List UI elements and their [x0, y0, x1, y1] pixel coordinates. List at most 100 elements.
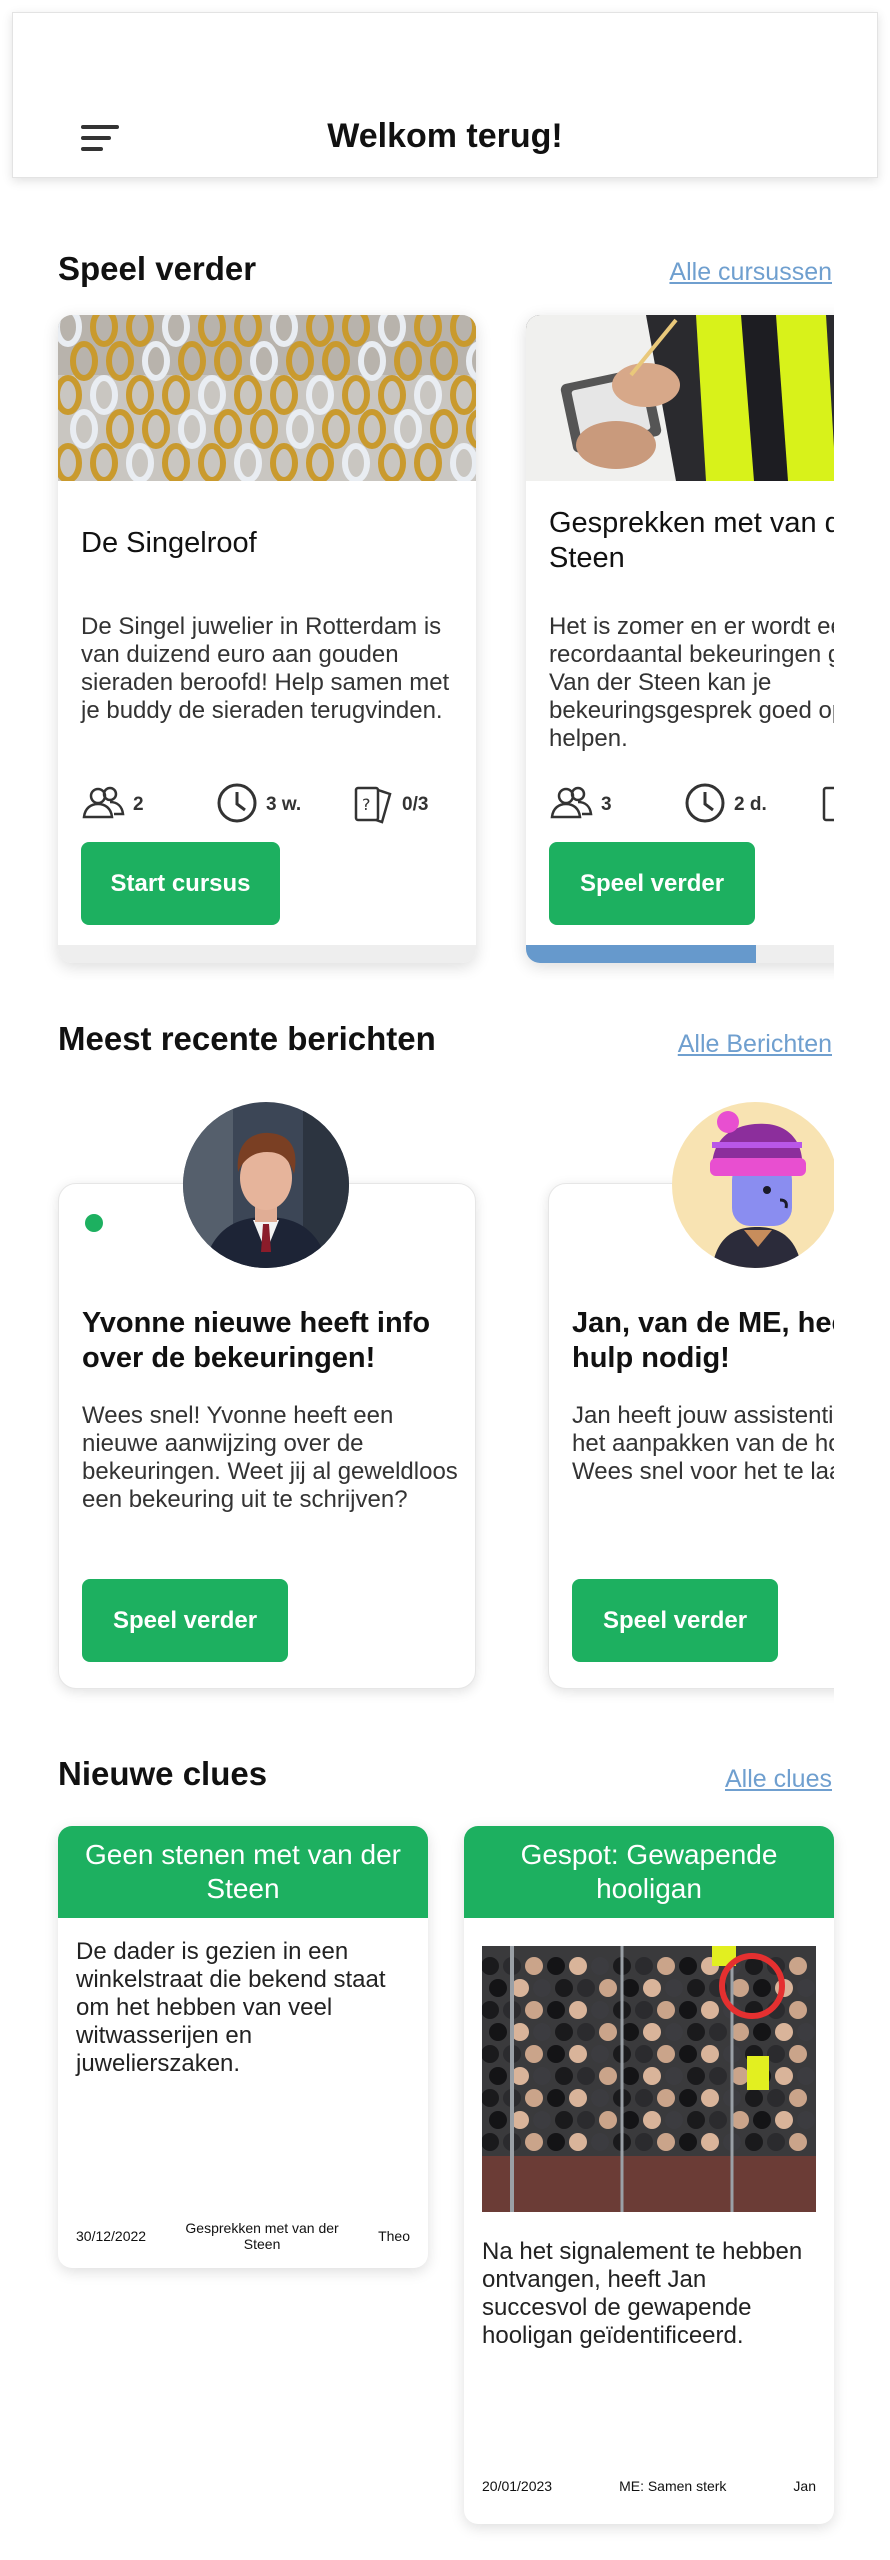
- crowd-shape: [679, 2089, 697, 2107]
- all-messages-link[interactable]: Alle Berichten: [678, 1030, 832, 1059]
- crowd-shape: [569, 2001, 587, 2019]
- crowd-shape: [687, 2111, 705, 2129]
- clue-image-stadium: [482, 1946, 816, 2212]
- message-continue-button[interactable]: Speel verder: [82, 1579, 288, 1662]
- message-text: Wees snel! Yvonne heeft een nieuwe aanwi…: [82, 1402, 458, 1513]
- all-clues-link[interactable]: Alle clues: [725, 1765, 832, 1794]
- crowd-shape: [657, 2001, 675, 2019]
- clue-card[interactable]: Gespot: Gewapende hooligan Na het signal…: [464, 1826, 834, 2524]
- crowd-shape: [569, 2089, 587, 2107]
- crowd-shape: [753, 2111, 771, 2129]
- crowd-shape: [665, 2023, 683, 2041]
- crowd-shape: [621, 1979, 639, 1997]
- clue-card[interactable]: Geen stenen met van der Steen De dader i…: [58, 1826, 428, 2268]
- crowd-shape: [789, 1957, 807, 1975]
- crowd-shape: [731, 2023, 749, 2041]
- group-icon: [81, 785, 125, 826]
- crowd-shape: [745, 2133, 763, 2151]
- crowd-shape: [643, 1979, 661, 1997]
- crowd-shape: [591, 2045, 609, 2063]
- course-title: De Singelroof: [81, 527, 257, 559]
- crowd-shape: [621, 2111, 639, 2129]
- crowd-shape: [621, 2067, 639, 2085]
- players-value: 2: [133, 794, 144, 815]
- duration: 2 d.: [684, 783, 767, 827]
- crowd-shape: [657, 2133, 675, 2151]
- continue-course-button[interactable]: Speel verder: [549, 842, 755, 925]
- crowd-shape: [643, 2111, 661, 2129]
- crowd-shape: [709, 2111, 727, 2129]
- crowd-shape: [577, 2067, 595, 2085]
- crowd-shape: [797, 1979, 815, 1997]
- clue-title: Geen stenen met van der Steen: [58, 1826, 428, 1918]
- crowd-shape: [789, 2089, 807, 2107]
- crowd-shape: [767, 2045, 785, 2063]
- crowd-shape: [797, 2023, 815, 2041]
- crowd-shape: [687, 2067, 705, 2085]
- crowd-shape: [547, 1957, 565, 1975]
- crowd-shape: [599, 2111, 617, 2129]
- crowd-shape: [789, 2045, 807, 2063]
- course-card[interactable]: De Singelroof De Singel juwelier in Rott…: [58, 315, 476, 963]
- crowd-shape: [665, 2111, 683, 2129]
- message-title: Yvonne nieuwe heeft info over de bekeuri…: [82, 1307, 431, 1374]
- clue-course: ME: Samen sterk: [619, 2478, 727, 2494]
- players-count: 2: [81, 783, 144, 827]
- crowd-shape: [489, 1979, 507, 1997]
- duration-value: 2 d.: [734, 794, 767, 815]
- crowd-shape: [635, 2001, 653, 2019]
- crowd-shape: [591, 2001, 609, 2019]
- crowd-shape: [533, 1979, 551, 1997]
- crowd-shape: [525, 2133, 543, 2151]
- cards-progress: [820, 783, 834, 827]
- crowd-shape: [569, 2133, 587, 2151]
- message-text: Jan heeft jouw assistentie nodig in het …: [572, 1402, 834, 1485]
- crowd-shape: [665, 2067, 683, 2085]
- crowd-shape: [489, 2067, 507, 2085]
- messages-section-title: Meest recente berichten: [58, 1020, 436, 1057]
- crowd-shape: [797, 2111, 815, 2129]
- clue-title: Gespot: Gewapende hooligan: [464, 1826, 834, 1918]
- crowd-shape: [767, 2089, 785, 2107]
- crowd-shape: [569, 1957, 587, 1975]
- cards-value: 0/3: [402, 794, 429, 815]
- clue-date: 20/01/2023: [482, 2478, 553, 2494]
- crowd-shape: [577, 2023, 595, 2041]
- avatar-yvonne: [183, 1102, 349, 1268]
- duration: 3 w.: [216, 783, 301, 827]
- course-description: Het is zomer en er wordt een recordaanta…: [549, 613, 834, 752]
- crowd-shape: [643, 2023, 661, 2041]
- clue-date: 30/12/2022: [76, 2228, 147, 2244]
- svg-text:?: ?: [362, 795, 371, 814]
- message-continue-button[interactable]: Speel verder: [572, 1579, 778, 1662]
- clue-footer: 30/12/2022 Gesprekken met van der Steen …: [76, 2220, 410, 2252]
- crowd-shape: [555, 2067, 573, 2085]
- crowd-shape: [591, 2089, 609, 2107]
- crowd-shape: [679, 2045, 697, 2063]
- crowd-shape: [621, 2023, 639, 2041]
- crowd-shape: [709, 2023, 727, 2041]
- message-title: Jan, van de ME, heeft jouw hulp nodig!: [572, 1307, 834, 1374]
- course-progress-fill: [526, 945, 756, 963]
- course-card[interactable]: Gesprekken met van der Steen Het is zome…: [526, 315, 834, 963]
- crowd-shape: [775, 2111, 793, 2129]
- crowd-shape: [753, 1979, 771, 1997]
- clue-author: Jan: [793, 2478, 816, 2494]
- course-progress-bar: [58, 945, 476, 963]
- crowd-shape: [745, 2089, 763, 2107]
- crowd-shape: [591, 1957, 609, 1975]
- crowd-shape: [643, 2067, 661, 2085]
- crowd-shape: [767, 2133, 785, 2151]
- crowd-shape: [525, 2045, 543, 2063]
- course-description: De Singel juwelier in Rotterdam is van d…: [81, 613, 450, 724]
- start-course-button[interactable]: Start cursus: [81, 842, 280, 925]
- courses-carousel[interactable]: De Singelroof De Singel juwelier in Rott…: [0, 300, 834, 980]
- crowd-shape: [665, 1979, 683, 1997]
- crowd-shape: [701, 2001, 719, 2019]
- crowd-shape: [701, 2045, 719, 2063]
- unread-indicator: [85, 1214, 103, 1232]
- crowd-shape: [599, 2067, 617, 2085]
- app-header: Welkom terug!: [12, 12, 878, 178]
- all-courses-link[interactable]: Alle cursussen: [669, 258, 832, 287]
- crowd-shape: [577, 2111, 595, 2129]
